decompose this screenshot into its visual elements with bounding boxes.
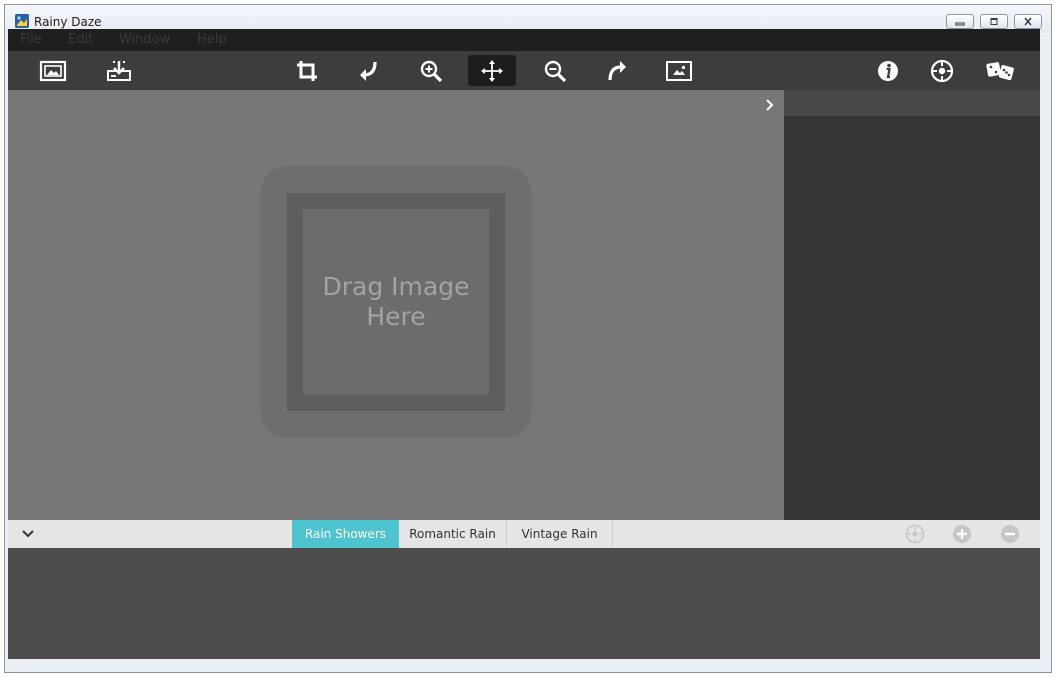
crop-icon [297, 60, 317, 81]
expand-panel-button[interactable] [760, 94, 780, 116]
menu-bar: File Edit Window Help [8, 29, 1040, 51]
side-panel [784, 90, 1040, 520]
tab-vintage-rain[interactable]: Vintage Rain [507, 520, 613, 548]
zoom-in-icon [420, 60, 443, 82]
move-icon [481, 59, 503, 82]
add-preset-icon [953, 525, 971, 543]
menu-file[interactable]: File [20, 32, 42, 47]
chevron-down-icon [22, 530, 34, 538]
drop-zone-label: Drag Image Here [322, 272, 470, 331]
open-image-icon [39, 60, 67, 81]
app-icon [15, 14, 29, 28]
redo-button[interactable] [597, 55, 637, 86]
randomize-dice-icon [986, 61, 1014, 80]
preset-thumbnail-panel [8, 548, 1040, 659]
preset-tab-bar: Rain Showers Romantic Rain Vintage Rain [8, 520, 1040, 548]
move-tool-button[interactable] [468, 55, 516, 86]
crop-button[interactable] [287, 55, 327, 86]
settings-button[interactable] [922, 55, 962, 86]
close-button[interactable] [1014, 14, 1042, 29]
save-button[interactable] [99, 55, 139, 86]
zoom-out-button[interactable] [535, 55, 575, 86]
zoom-out-icon [544, 60, 567, 82]
remove-preset-button[interactable] [1000, 524, 1020, 544]
drop-frame: Drag Image Here [287, 193, 505, 411]
menu-window[interactable]: Window [119, 32, 170, 47]
info-icon [878, 60, 898, 81]
collapse-panel-button[interactable] [18, 524, 38, 544]
fit-image-icon [666, 60, 692, 81]
minimize-button[interactable] [946, 14, 974, 29]
redo-icon [608, 60, 626, 80]
menu-edit[interactable]: Edit [68, 32, 93, 47]
close-icon [1024, 17, 1032, 26]
save-icon [107, 60, 131, 81]
image-drop-zone[interactable]: Drag Image Here [260, 166, 532, 438]
toolbar [8, 51, 1040, 90]
chevron-right-icon [766, 99, 774, 111]
window-title: Rainy Daze [34, 15, 102, 29]
menu-help[interactable]: Help [197, 32, 227, 47]
minimize-icon [955, 22, 965, 26]
zoom-in-button[interactable] [411, 55, 451, 86]
info-button[interactable] [868, 55, 908, 86]
undo-button[interactable] [349, 55, 389, 86]
drop-inner: Drag Image Here [303, 209, 489, 395]
tab-rain-showers[interactable]: Rain Showers [292, 520, 399, 548]
randomize-button[interactable] [981, 55, 1021, 86]
image-canvas[interactable]: Drag Image Here [8, 90, 784, 520]
undo-icon [360, 61, 377, 81]
tab-romantic-rain[interactable]: Romantic Rain [399, 520, 507, 548]
maximize-button[interactable] [980, 14, 1008, 29]
maximize-icon [990, 18, 998, 25]
fit-image-button[interactable] [659, 55, 699, 86]
open-image-button[interactable] [33, 55, 73, 86]
remove-preset-icon [1001, 525, 1019, 543]
preset-options-button[interactable] [905, 524, 925, 544]
settings-icon [930, 59, 954, 82]
preset-options-icon [905, 524, 925, 544]
side-panel-header [784, 90, 1040, 116]
add-preset-button[interactable] [952, 524, 972, 544]
